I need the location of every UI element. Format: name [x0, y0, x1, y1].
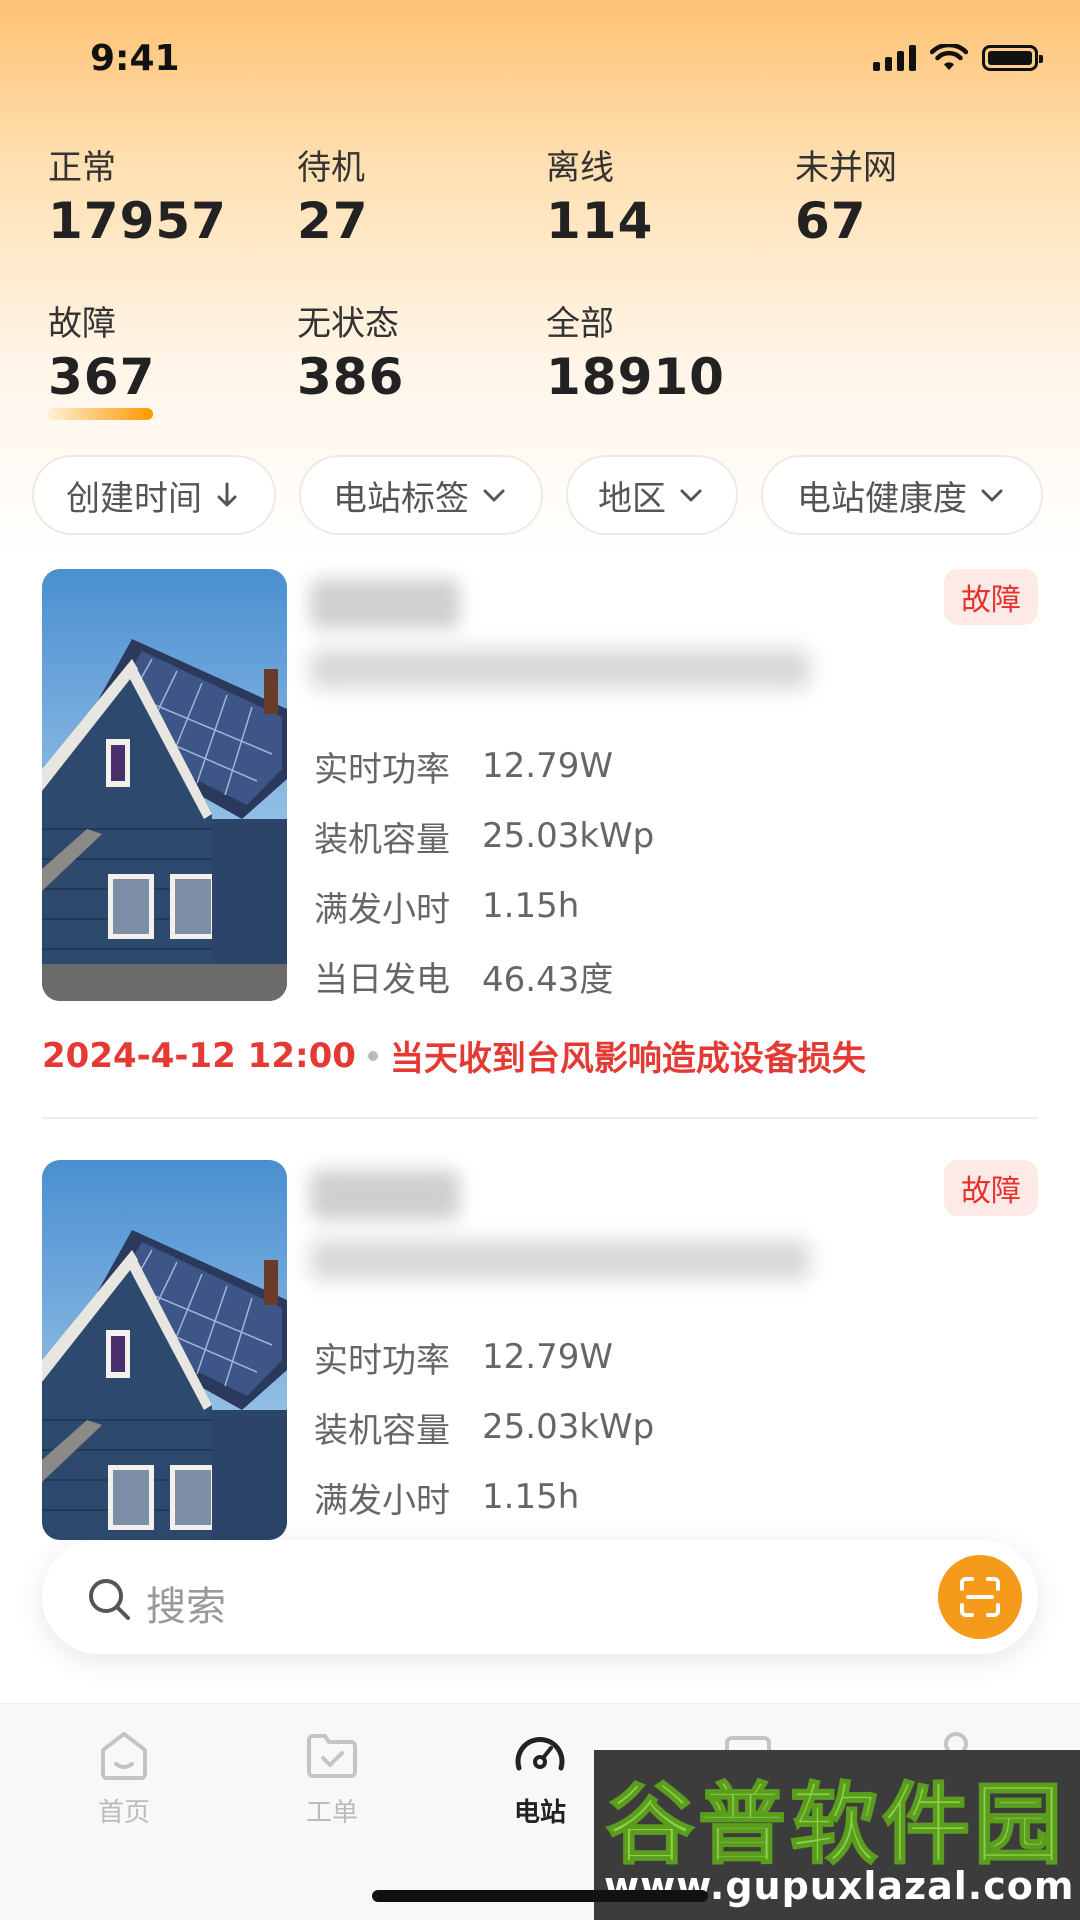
fault-event: 2024-4-12 12:00 当天收到台风影响造成设备损失 [42, 1031, 866, 1080]
stat-normal[interactable]: 正常 17957 [48, 148, 288, 254]
arrow-down-icon [217, 482, 237, 507]
metric-value: 25.03kWp [482, 816, 655, 856]
metric-value: 46.43度 [482, 959, 614, 1000]
station-photo [42, 1160, 287, 1540]
event-time: 2024-4-12 12:00 [42, 1035, 356, 1076]
filter-label: 电站健康度 [797, 478, 967, 519]
tab-work-order[interactable]: 工单 [262, 1724, 402, 1829]
filter-label: 地区 [598, 478, 666, 519]
filter-label: 电站标签 [333, 478, 469, 519]
work-order-icon [307, 1734, 357, 1778]
stat-value: 18910 [546, 348, 725, 406]
selected-stat-underline [48, 408, 153, 420]
separator-dot [367, 1050, 378, 1061]
stat-offline[interactable]: 离线 114 [546, 148, 786, 254]
search-icon [89, 1579, 130, 1620]
battery-icon [982, 45, 1043, 71]
scan-icon [960, 1577, 1000, 1617]
cellular-signal-icon [873, 45, 916, 71]
status-icons [873, 44, 1043, 72]
stat-label: 未并网 [795, 148, 897, 188]
stat-label: 离线 [546, 148, 614, 188]
search-bar[interactable]: 搜索 [42, 1540, 1038, 1654]
stat-not-grid-connected[interactable]: 未并网 67 [795, 148, 1035, 254]
stat-value: 17957 [48, 192, 227, 250]
station-metrics: 实时功率 12.79W 装机容量 25.03kWp 满发小时 1.15h 当日发电 46… [314, 731, 654, 1011]
stat-value: 386 [297, 348, 405, 406]
stat-label: 正常 [48, 148, 116, 188]
stat-no-status[interactable]: 无状态 386 [297, 304, 537, 410]
tab-label: 工单 [305, 1798, 358, 1828]
status-bar: 9:41 [0, 0, 1080, 120]
filter-region[interactable]: 地区 [566, 455, 738, 535]
station-address-redacted [310, 649, 810, 689]
card-divider [42, 1117, 1038, 1119]
metric-label: 当日发电 [314, 959, 450, 1000]
station-metrics: 实时功率 12.79W 装机容量 25.03kWp 满发小时 1.15h [314, 1322, 654, 1532]
metric-row: 满发小时 1.15h [314, 1462, 654, 1532]
metric-value: 12.79W [482, 746, 613, 786]
filter-station-tag[interactable]: 电站标签 [299, 455, 543, 535]
wifi-icon [930, 44, 968, 70]
station-name-redacted [310, 579, 460, 629]
status-badge: 故障 [944, 1160, 1038, 1216]
event-text: 当天收到台风影响造成设备损失 [389, 1039, 866, 1079]
stat-value: 367 [48, 348, 156, 406]
metric-row: 实时功率 12.79W [314, 731, 654, 801]
stat-label: 无状态 [297, 304, 399, 344]
home-icon [101, 1732, 147, 1780]
stat-label: 故障 [48, 304, 116, 344]
filter-bar: 创建时间 电站标签 地区 电站健康度 [32, 455, 1052, 535]
watermark-title: 谷普软件园 [605, 1771, 1067, 1877]
status-badge: 故障 [944, 569, 1038, 625]
stat-standby[interactable]: 待机 27 [297, 148, 537, 254]
metric-label: 满发小时 [314, 889, 450, 930]
metric-label: 装机容量 [314, 1410, 450, 1451]
metric-value: 25.03kWp [482, 1407, 655, 1447]
station-photo [42, 569, 287, 1001]
metric-row: 装机容量 25.03kWp [314, 801, 654, 871]
station-address-redacted [310, 1240, 810, 1280]
metric-row: 装机容量 25.03kWp [314, 1392, 654, 1462]
search-input[interactable]: 搜索 [146, 1574, 226, 1632]
metric-value: 12.79W [482, 1337, 613, 1377]
tab-home[interactable]: 首页 [54, 1724, 194, 1829]
metric-value: 1.15h [482, 886, 580, 926]
filter-create-time[interactable]: 创建时间 [32, 455, 276, 535]
filter-label: 创建时间 [66, 478, 202, 519]
chevron-down-icon [680, 489, 702, 502]
chevron-down-icon [483, 489, 505, 502]
stat-label: 全部 [546, 304, 614, 344]
metric-label: 满发小时 [314, 1480, 450, 1521]
chevron-down-icon [981, 489, 1003, 502]
stat-label: 待机 [297, 148, 365, 188]
tab-label: 首页 [97, 1798, 150, 1828]
metric-value: 1.15h [482, 1477, 580, 1517]
filter-station-health[interactable]: 电站健康度 [761, 455, 1043, 535]
metric-row: 实时功率 12.79W [314, 1322, 654, 1392]
station-name-redacted [310, 1170, 460, 1220]
tab-label: 电站 [513, 1798, 566, 1828]
tab-station[interactable]: 电站 [470, 1724, 610, 1829]
dashboard-icon [515, 1736, 565, 1771]
stat-all[interactable]: 全部 18910 [546, 304, 786, 410]
stat-value: 27 [297, 192, 369, 250]
metric-row: 满发小时 1.15h [314, 871, 654, 941]
stat-value: 67 [795, 192, 867, 250]
metric-label: 实时功率 [314, 749, 450, 790]
metric-row: 当日发电 46.43度 [314, 941, 654, 1011]
metric-label: 实时功率 [314, 1340, 450, 1381]
stat-fault[interactable]: 故障 367 [48, 304, 288, 420]
metric-label: 装机容量 [314, 819, 450, 860]
stat-value: 114 [546, 192, 654, 250]
home-indicator [372, 1890, 708, 1902]
status-time: 9:41 [90, 38, 180, 79]
scan-button[interactable] [938, 1555, 1022, 1639]
